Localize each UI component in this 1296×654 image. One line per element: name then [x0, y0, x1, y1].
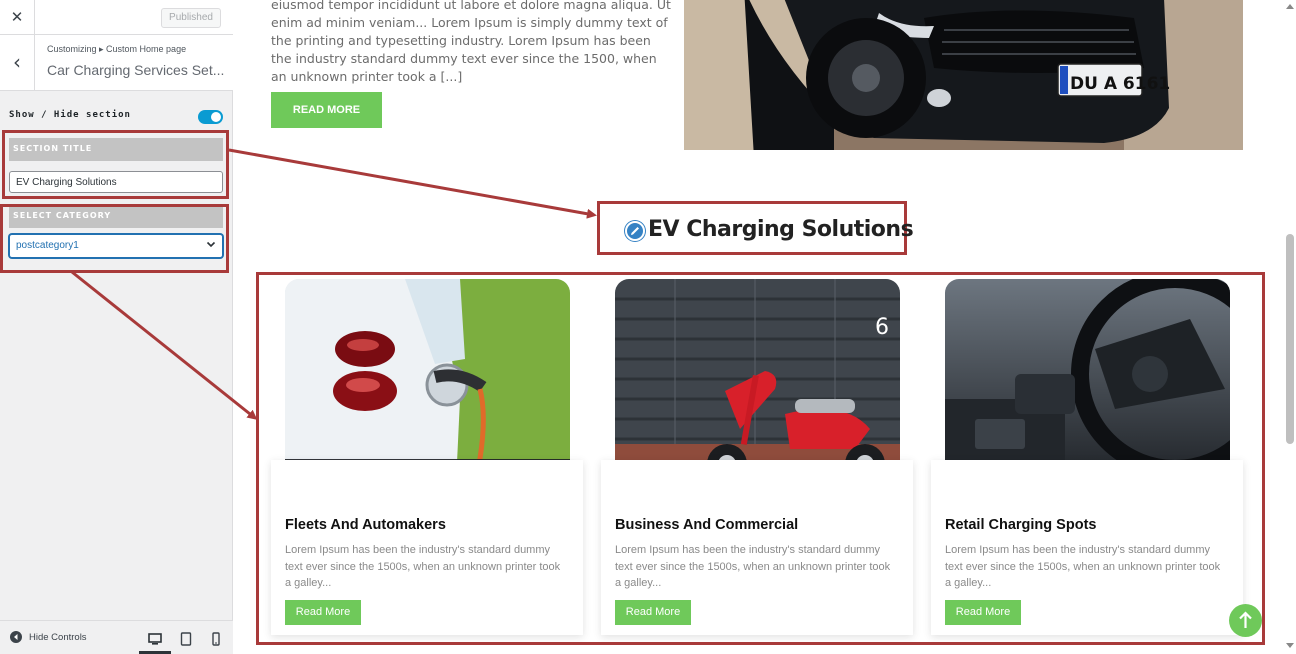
highlight-title-annotation [2, 130, 229, 199]
sidebar-footer: Hide Controls [0, 620, 233, 654]
pencil-icon [631, 227, 639, 235]
published-button[interactable]: Published [161, 8, 221, 28]
show-hide-toggle[interactable] [198, 110, 223, 124]
edit-shortcut-icon[interactable] [625, 221, 645, 241]
scrollbar-thumb[interactable] [1286, 234, 1294, 444]
cards-annotation [256, 272, 1265, 645]
site-preview: eiusmod tempor incididunt ut labore et d… [233, 0, 1296, 654]
show-hide-label: Show / Hide section [9, 110, 131, 120]
breadcrumb: Customizing ▸ Custom Home page [47, 44, 187, 54]
highlight-category-annotation [0, 204, 229, 273]
section-title: Car Charging Services Set... [47, 62, 225, 78]
post-excerpt: eiusmod tempor incididunt ut labore et d… [271, 0, 671, 84]
hide-controls-button[interactable]: Hide Controls [10, 631, 87, 643]
read-more-button[interactable]: READ MORE [271, 92, 382, 128]
mobile-preview-button[interactable] [200, 627, 232, 654]
section-heading-annotation: EV Charging Solutions [597, 201, 914, 255]
scroll-down-arrow-icon[interactable] [1286, 643, 1294, 648]
toggle-knob [211, 112, 221, 122]
sidebar-topbar: ✕ Published [0, 0, 233, 35]
preview-scrollbar[interactable] [1284, 0, 1296, 654]
car-image: DU A 6161 [684, 0, 1243, 150]
desktop-icon [148, 633, 162, 645]
close-icon[interactable]: ✕ [0, 0, 35, 35]
mobile-icon [212, 632, 220, 646]
scroll-up-arrow-icon[interactable] [1286, 4, 1294, 9]
arrow-up-icon [1239, 611, 1252, 628]
license-plate-text: DU A 6161 [1070, 74, 1170, 94]
desktop-preview-button[interactable] [139, 627, 171, 654]
back-icon[interactable]: ‹ [0, 35, 35, 91]
customizer-sidebar: ✕ Published ‹ Customizing ▸ Custom Home … [0, 0, 233, 654]
section-heading: EV Charging Solutions [648, 217, 914, 242]
section-header: ‹ Customizing ▸ Custom Home page Car Cha… [0, 35, 233, 91]
tablet-icon [180, 632, 192, 646]
hide-controls-label: Hide Controls [29, 631, 87, 643]
tablet-preview-button[interactable] [170, 627, 202, 654]
scroll-to-top-button[interactable] [1229, 604, 1262, 637]
collapse-icon [10, 631, 22, 643]
